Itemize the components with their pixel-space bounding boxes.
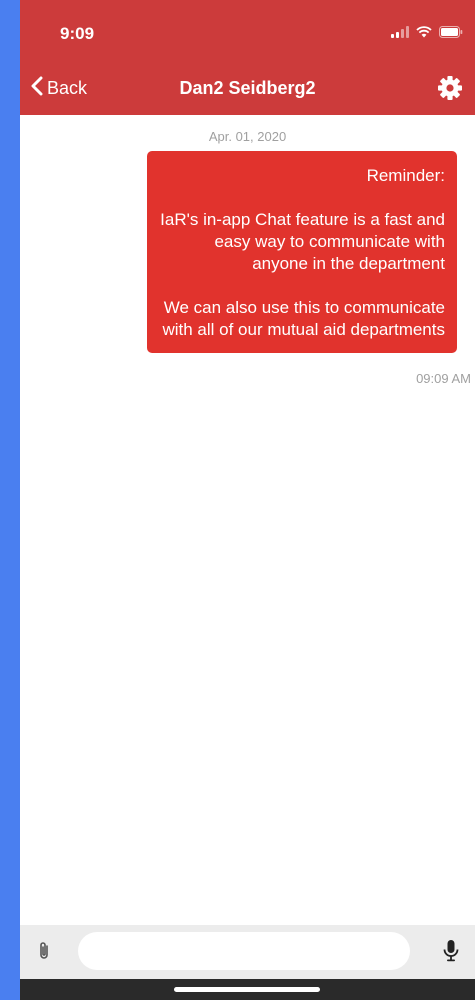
mic-button[interactable]	[443, 939, 459, 968]
message-timestamp: 09:09 AM	[416, 371, 471, 386]
gear-icon	[437, 76, 463, 105]
status-bar: 9:09	[20, 0, 475, 60]
status-time: 9:09	[60, 24, 95, 43]
chat-title: Dan2 Seidberg2	[179, 78, 316, 98]
wifi-icon	[416, 26, 432, 38]
status-icons	[391, 26, 463, 38]
message-bubble[interactable]: Reminder: IaR's in-app Chat feature is a…	[147, 151, 457, 353]
message-paragraph: Reminder:	[366, 166, 445, 185]
message-composer	[20, 925, 475, 979]
signal-icon	[391, 26, 409, 38]
date-separator: Apr. 01, 2020	[208, 129, 287, 144]
message-paragraph: IaR's in-app Chat feature is a fast and …	[160, 210, 445, 273]
message-list[interactable]: Apr. 01, 2020 Reminder: IaR's in-app Cha…	[20, 115, 475, 925]
attach-button[interactable]	[38, 941, 50, 966]
message-input[interactable]	[78, 932, 410, 970]
home-area	[20, 979, 475, 1000]
app-header: 9:09 Back Dan2 Seidberg2	[20, 0, 475, 115]
phone-screen: 9:09 Back Dan2 Seidberg2 Apr. 01, 2020 R…	[20, 0, 475, 1000]
microphone-icon	[443, 940, 459, 967]
nav-bar: Back Dan2 Seidberg2	[20, 68, 475, 110]
settings-button[interactable]	[437, 75, 463, 106]
message-paragraph: We can also use this to communicate with…	[162, 298, 445, 339]
paperclip-icon	[38, 942, 50, 965]
home-indicator[interactable]	[174, 987, 320, 992]
battery-icon	[439, 26, 463, 38]
